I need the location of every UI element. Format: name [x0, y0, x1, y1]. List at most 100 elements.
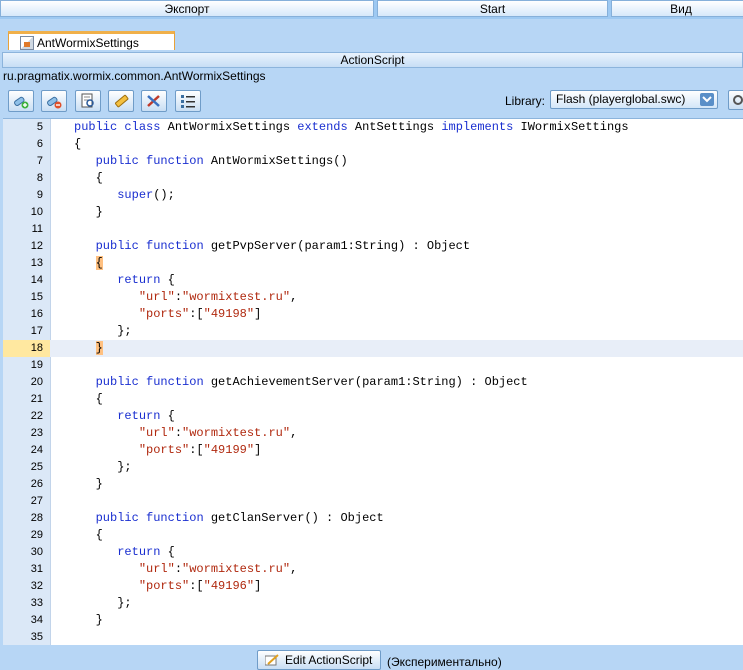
- class-path: ru.pragmatix.wormix.common.AntWormixSett…: [3, 69, 266, 83]
- line-number: 16: [30, 308, 43, 320]
- code-text: };: [74, 460, 132, 474]
- code-line[interactable]: 20 public function getAchievementServer(…: [3, 374, 743, 391]
- menu-bar: Экспорт Start Вид: [0, 0, 743, 19]
- code-text: return {: [117, 409, 175, 423]
- code-line[interactable]: 12 public function getPvpServer(param1:S…: [3, 238, 743, 255]
- code-line[interactable]: 19: [3, 357, 743, 374]
- code-line[interactable]: 22 return {: [3, 408, 743, 425]
- code-text: return {: [117, 545, 175, 559]
- menu-start[interactable]: Start: [377, 0, 608, 17]
- edit-script-icon: [265, 654, 279, 666]
- tab-antwormixsettings[interactable]: AntWormixSettings: [8, 31, 175, 50]
- code-text: public function AntWormixSettings(): [95, 154, 348, 168]
- code-line[interactable]: 34 }: [3, 612, 743, 629]
- code-line[interactable]: 13 {: [3, 255, 743, 272]
- line-number: 22: [30, 410, 43, 422]
- remove-script-icon: [47, 96, 62, 109]
- line-number: 26: [30, 478, 43, 490]
- code-text: {: [74, 392, 103, 406]
- code-line[interactable]: 11: [3, 221, 743, 238]
- tools-button[interactable]: [141, 90, 167, 112]
- link-button[interactable]: [728, 90, 743, 110]
- code-text: }: [95, 341, 103, 355]
- code-line[interactable]: 14 return {: [3, 272, 743, 289]
- code-line[interactable]: 25 };: [3, 459, 743, 476]
- code-text: super();: [117, 188, 175, 202]
- edit-button[interactable]: [108, 90, 134, 112]
- code-text: "ports":["49199"]: [138, 443, 262, 457]
- code-line[interactable]: 23 "url":"wormixtest.ru",: [3, 425, 743, 442]
- list-icon: [181, 95, 195, 108]
- line-number: 8: [36, 172, 43, 184]
- line-number: 6: [36, 138, 43, 150]
- line-number: 24: [30, 444, 43, 456]
- code-line[interactable]: 35: [3, 629, 743, 646]
- menu-view[interactable]: Вид: [611, 0, 743, 17]
- remove-script-button[interactable]: [41, 90, 67, 112]
- code-line[interactable]: 29 {: [3, 527, 743, 544]
- code-editor[interactable]: 5 public class AntWormixSettings extends …: [3, 118, 743, 646]
- code-line[interactable]: 6{: [3, 136, 743, 153]
- line-number: 21: [30, 393, 43, 405]
- code-line[interactable]: 8 {: [3, 170, 743, 187]
- bottom-bar: Edit ActionScript (Экспериментально): [0, 645, 743, 670]
- code-text: {: [74, 137, 82, 151]
- line-number: 17: [30, 325, 43, 337]
- code-line[interactable]: 7 public function AntWormixSettings(): [3, 153, 743, 170]
- code-text: public function getPvpServer(param1:Stri…: [95, 239, 471, 253]
- code-line[interactable]: 9 super();: [3, 187, 743, 204]
- code-text: }: [74, 205, 103, 219]
- code-line[interactable]: 27: [3, 493, 743, 510]
- line-number: 10: [30, 206, 43, 218]
- code-text: public class AntWormixSettings extends A…: [74, 120, 629, 134]
- code-line[interactable]: 24 "ports":["49199"]: [3, 442, 743, 459]
- code-line[interactable]: 31 "url":"wormixtest.ru",: [3, 561, 743, 578]
- code-line[interactable]: 30 return {: [3, 544, 743, 561]
- code-text: public function getAchievementServer(par…: [95, 375, 528, 389]
- tools-icon: [147, 95, 160, 107]
- add-script-icon: [14, 96, 29, 109]
- code-line[interactable]: 18 }: [3, 340, 743, 357]
- edit-pencil-icon: [115, 94, 129, 108]
- line-number: 5: [36, 121, 43, 133]
- code-text: {: [74, 528, 103, 542]
- code-text: "ports":["49198"]: [138, 307, 262, 321]
- line-number: 19: [30, 359, 43, 371]
- code-text: };: [74, 324, 132, 338]
- code-line[interactable]: 10 }: [3, 204, 743, 221]
- line-number: 18: [3, 340, 50, 357]
- code-line[interactable]: 33 };: [3, 595, 743, 612]
- add-script-button[interactable]: [8, 90, 34, 112]
- edit-actionscript-button[interactable]: Edit ActionScript: [257, 650, 381, 670]
- line-number: 25: [30, 461, 43, 473]
- line-number: 33: [30, 597, 43, 609]
- chevron-down-icon: [700, 93, 714, 106]
- code-line[interactable]: 5 public class AntWormixSettings extends …: [3, 119, 743, 136]
- library-select[interactable]: Flash (playerglobal.swc): [550, 90, 718, 109]
- list-button[interactable]: [175, 90, 201, 112]
- library-label: Library:: [505, 94, 546, 108]
- menu-export[interactable]: Экспорт: [0, 0, 374, 17]
- library-value: Flash (playerglobal.swc): [556, 92, 686, 106]
- code-text: public function getClanServer() : Object: [95, 511, 384, 525]
- code-line[interactable]: 16 "ports":["49198"]: [3, 306, 743, 323]
- code-line[interactable]: 28 public function getClanServer() : Obj…: [3, 510, 743, 527]
- code-text: "ports":["49196"]: [138, 579, 262, 593]
- code-text: return {: [117, 273, 175, 287]
- code-text: "url":"wormixtest.ru",: [138, 426, 298, 440]
- find-button[interactable]: [75, 90, 101, 112]
- line-number: 14: [30, 274, 43, 286]
- line-number: 31: [30, 563, 43, 575]
- line-number: 7: [36, 155, 43, 167]
- code-line[interactable]: 32 "ports":["49196"]: [3, 578, 743, 595]
- line-number: 29: [30, 529, 43, 541]
- line-number: 20: [30, 376, 43, 388]
- code-line[interactable]: 26 }: [3, 476, 743, 493]
- code-text: }: [74, 613, 103, 627]
- actionscript-header: ActionScript: [2, 52, 743, 68]
- code-line[interactable]: 17 };: [3, 323, 743, 340]
- find-icon: [81, 93, 94, 108]
- tab-label: AntWormixSettings: [37, 36, 139, 50]
- code-line[interactable]: 15 "url":"wormixtest.ru",: [3, 289, 743, 306]
- code-line[interactable]: 21 {: [3, 391, 743, 408]
